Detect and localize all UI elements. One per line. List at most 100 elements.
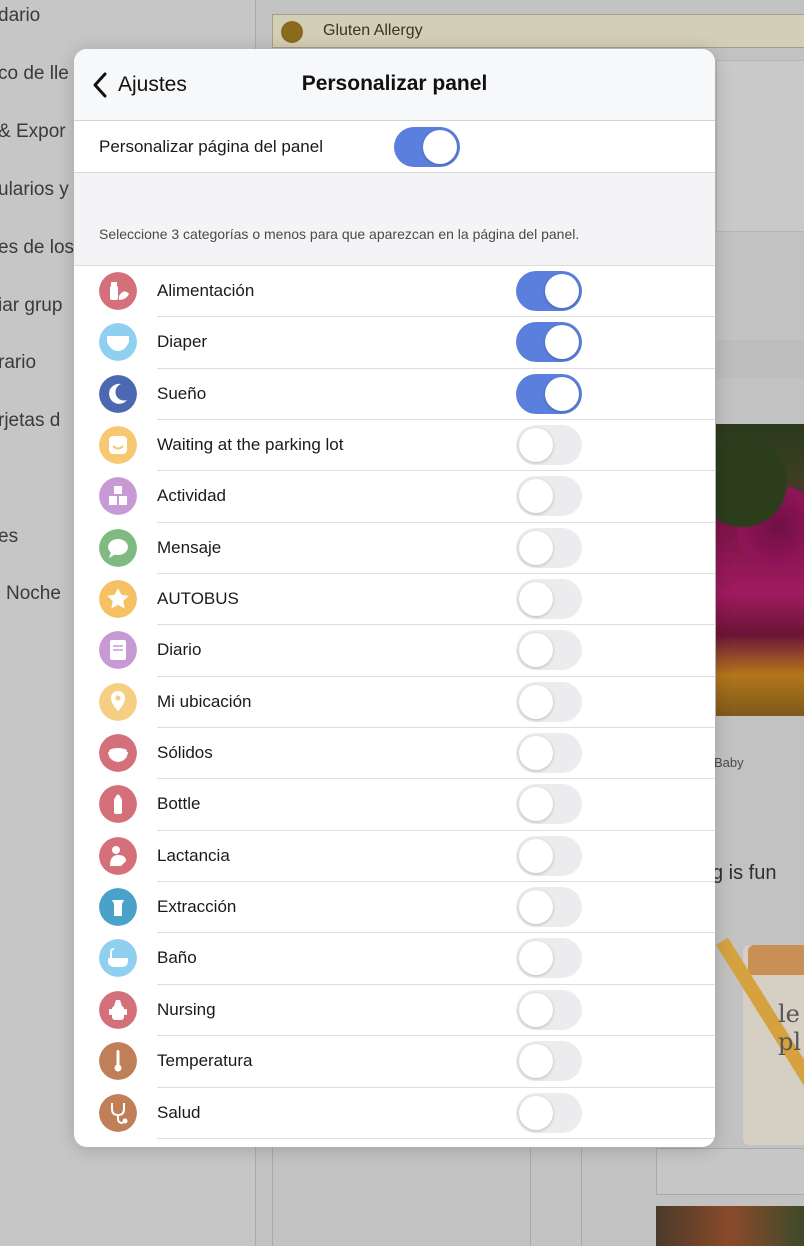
blocks-icon: [99, 477, 137, 516]
toggle-knob: [519, 428, 553, 463]
star-icon: [99, 580, 137, 619]
category-toggle[interactable]: [516, 1041, 582, 1082]
background-card: [716, 60, 804, 232]
category-row: Bottle: [74, 779, 715, 831]
category-label: Mi ubicación: [157, 691, 252, 711]
breast-pump-icon: [99, 888, 137, 927]
toggle-knob: [519, 941, 553, 976]
customize-panel-toggle[interactable]: [394, 127, 460, 167]
background-flower-photo: [716, 424, 804, 716]
category-row: Mi ubicación: [74, 677, 715, 729]
category-row: Lactancia: [74, 831, 715, 883]
background-divider: [581, 1148, 582, 1246]
category-row: Nursing: [74, 985, 715, 1037]
background-sidebar-item: & Expor: [0, 121, 66, 142]
bathtub-icon: [99, 939, 137, 978]
category-row: Waiting at the parking lot: [74, 420, 715, 472]
toggle-knob: [519, 838, 553, 873]
allergy-icon: [281, 21, 303, 43]
category-label: Sueño: [157, 383, 207, 403]
category-label: Bottle: [157, 794, 201, 814]
category-toggle[interactable]: [516, 322, 582, 363]
category-row: Baño: [74, 933, 715, 985]
category-row: Mensaje: [74, 523, 715, 575]
background-divider: [530, 1148, 531, 1246]
category-label: Actividad: [157, 486, 226, 506]
category-list: Alimentación Diaper Sueño Waiting at the pa…: [74, 266, 715, 1139]
category-row: Actividad: [74, 471, 715, 523]
category-row: Salud: [74, 1088, 715, 1139]
customize-panel-row: Personalizar página del panel: [74, 121, 715, 173]
toggle-knob: [519, 530, 553, 565]
category-toggle[interactable]: [516, 784, 582, 825]
background-sidebar-item: ularios y: [0, 179, 69, 200]
category-label: Extracción: [157, 897, 237, 917]
moon-sleep-icon: [99, 374, 137, 413]
toggle-knob: [519, 1044, 553, 1079]
category-toggle[interactable]: [516, 579, 582, 620]
toggle-knob: [545, 274, 579, 308]
background-card: [716, 340, 804, 378]
category-toggle[interactable]: [516, 887, 582, 928]
category-label: Diaper: [157, 332, 208, 352]
section-header: Seleccione 3 categorías o menos para que…: [74, 173, 715, 266]
category-toggle[interactable]: [516, 630, 582, 671]
allergy-banner-text: Gluten Allergy: [323, 22, 423, 39]
smiley-icon: [99, 426, 137, 465]
category-toggle[interactable]: [516, 527, 582, 568]
category-toggle[interactable]: [516, 1092, 582, 1133]
thermometer-icon: [99, 1042, 137, 1081]
feeding-bottle-icon: [99, 272, 137, 310]
category-label: Sólidos: [157, 743, 213, 763]
category-label: AUTOBUS: [157, 589, 239, 609]
toggle-knob: [423, 130, 457, 164]
category-row: Alimentación: [74, 266, 715, 318]
category-toggle[interactable]: [516, 989, 582, 1030]
category-row: Sólidos: [74, 728, 715, 780]
category-row: Extracción: [74, 882, 715, 934]
toggle-knob: [519, 1095, 553, 1130]
category-toggle[interactable]: [516, 476, 582, 517]
category-toggle[interactable]: [516, 271, 582, 311]
category-label: Mensaje: [157, 537, 222, 557]
category-label: Lactancia: [157, 845, 230, 865]
category-toggle[interactable]: [516, 938, 582, 979]
category-toggle[interactable]: [516, 373, 582, 414]
bowl-icon: [99, 734, 137, 773]
background-allergy-banner: Gluten Allergy: [272, 14, 804, 48]
category-label: Alimentación: [157, 281, 255, 300]
navigation-bar: Ajustes Personalizar panel: [74, 49, 715, 121]
category-toggle[interactable]: [516, 681, 582, 722]
background-sidebar-item: rjetas d: [0, 410, 61, 431]
category-label: Nursing: [157, 999, 216, 1019]
category-toggle[interactable]: [516, 425, 582, 466]
background-sidebar-item: rario: [0, 352, 37, 373]
row-divider: [157, 1137, 715, 1139]
toggle-knob: [519, 736, 553, 771]
background-card-text: g is fun: [712, 862, 777, 884]
toggle-knob: [519, 992, 553, 1027]
section-instructions: Seleccione 3 categorías o menos para que…: [99, 226, 580, 242]
category-label: Waiting at the parking lot: [157, 435, 344, 455]
journal-icon: [99, 631, 137, 670]
breastfeeding-icon: [99, 836, 137, 875]
customize-panel-label: Personalizar página del panel: [99, 137, 323, 156]
background-sidebar-item: co de lle: [0, 63, 69, 84]
speech-bubble-icon: [99, 528, 137, 567]
toggle-knob: [545, 325, 579, 360]
location-pin-icon: [99, 682, 137, 721]
background-sidebar-item: dario: [0, 5, 41, 26]
toggle-knob: [519, 684, 553, 719]
toggle-knob: [519, 633, 553, 668]
category-label: Salud: [157, 1102, 201, 1122]
category-label: Diario: [157, 640, 202, 660]
diaper-icon: [99, 323, 137, 362]
category-row: Diario: [74, 625, 715, 677]
background-notebook-text: le pl: [778, 1000, 802, 1056]
toggle-knob: [545, 376, 579, 411]
toggle-knob: [519, 582, 553, 617]
category-toggle[interactable]: [516, 835, 582, 876]
category-toggle[interactable]: [516, 733, 582, 774]
toggle-knob: [519, 890, 553, 925]
background-sidebar-item: iar grup: [0, 295, 63, 316]
